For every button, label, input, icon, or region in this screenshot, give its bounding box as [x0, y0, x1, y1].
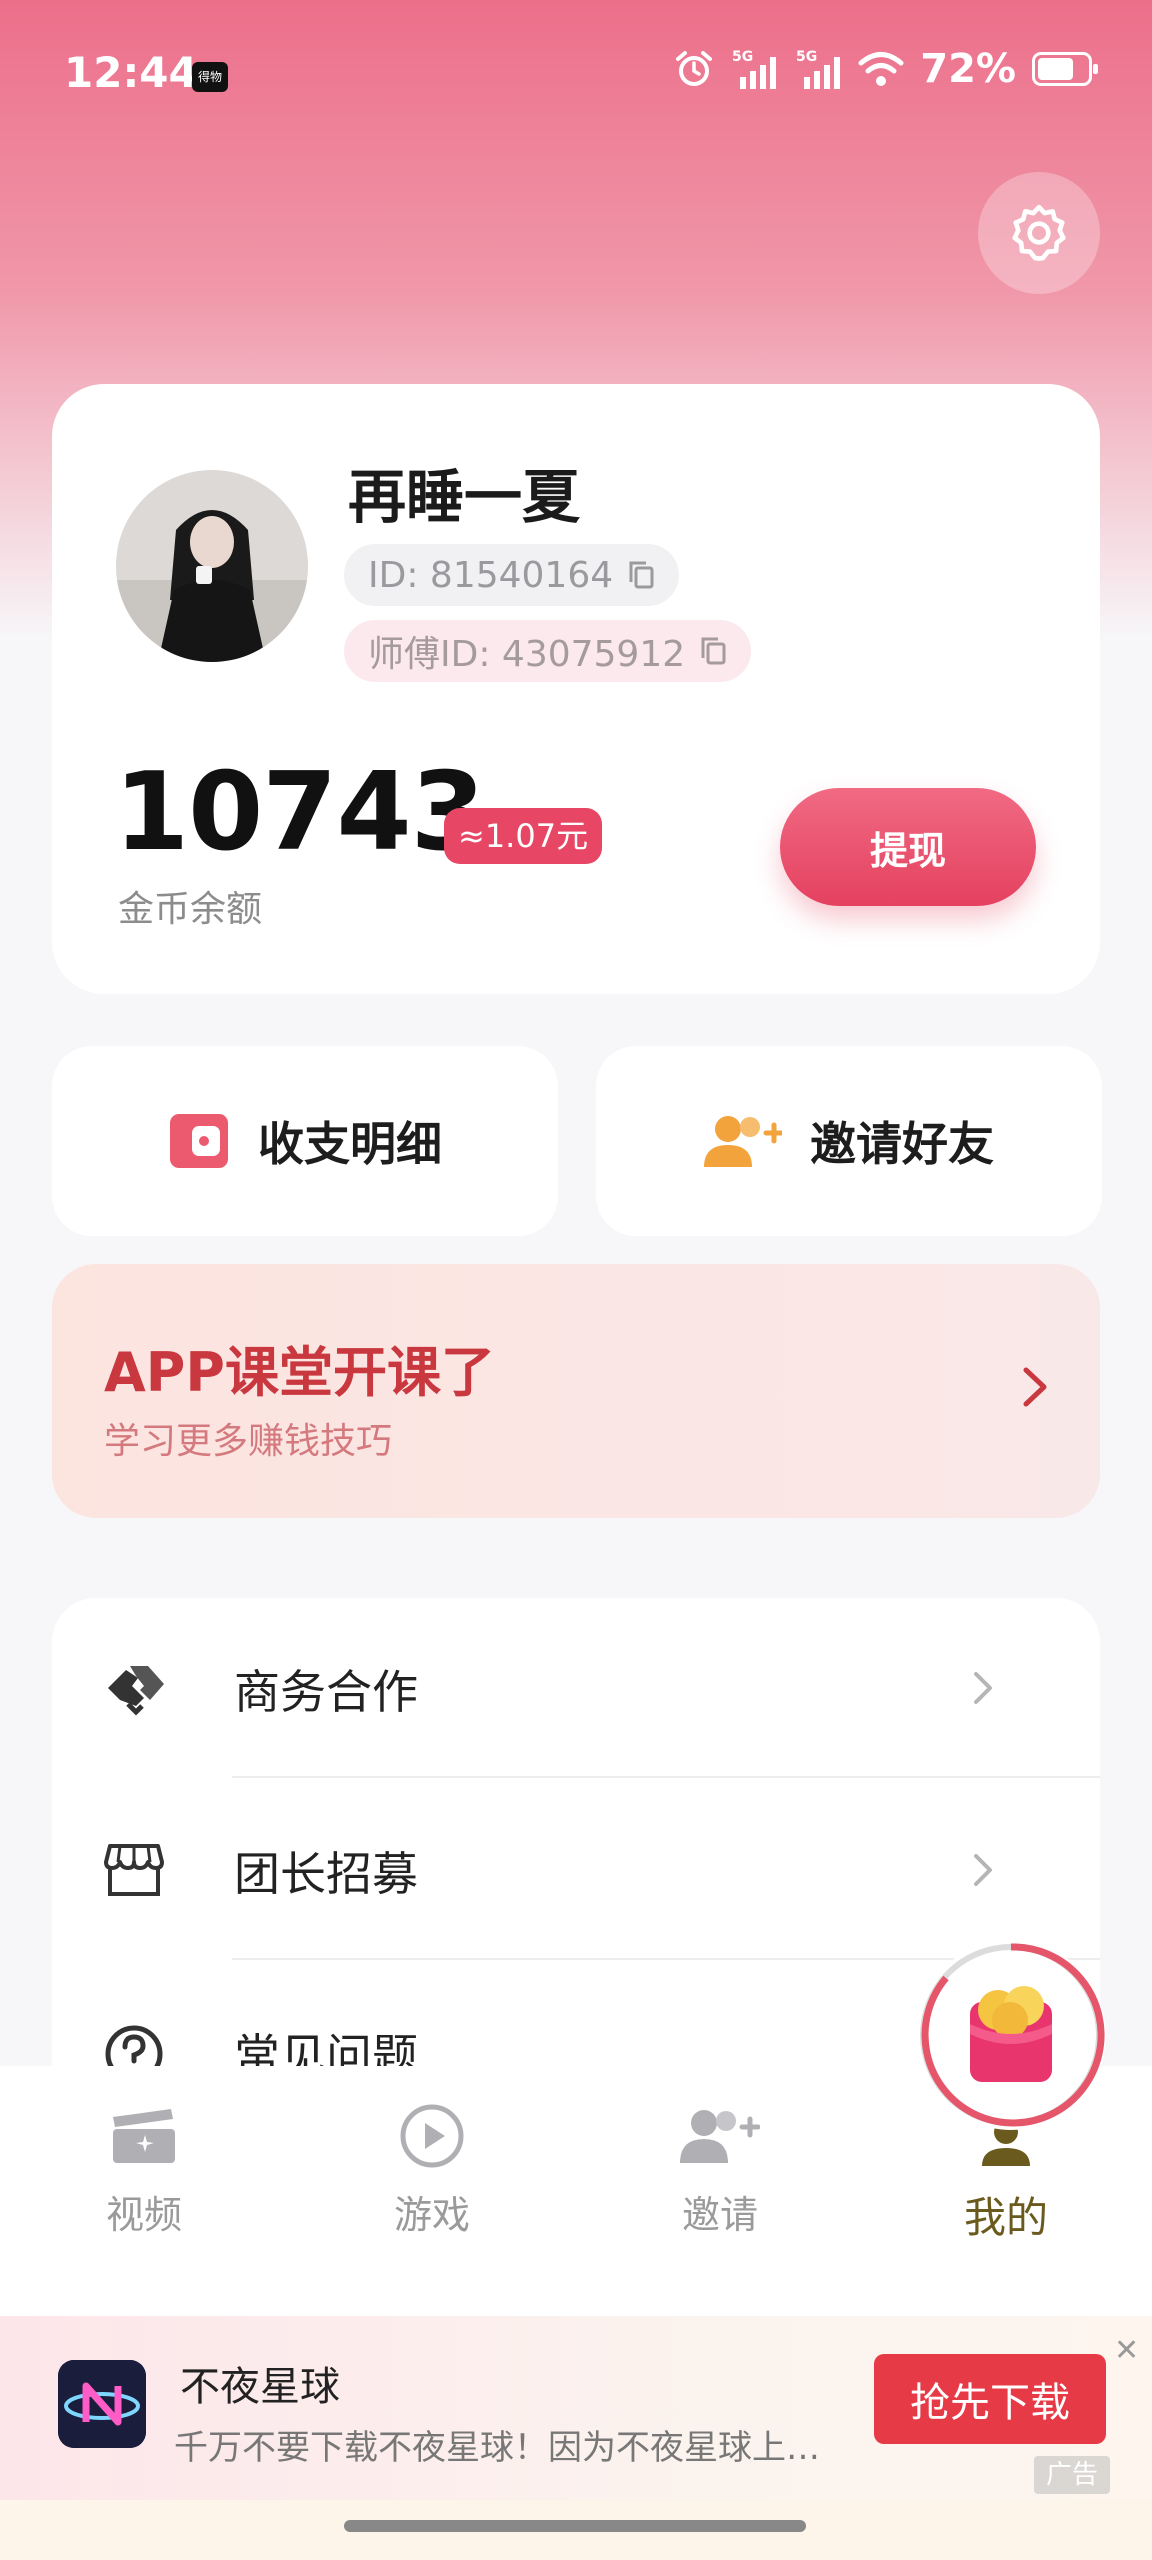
master-id-text: 师傅ID: 43075912	[368, 634, 686, 675]
ad-download-button[interactable]: 抢先下载	[874, 2354, 1106, 2444]
invite-friends-button[interactable]: 邀请好友	[596, 1046, 1102, 1236]
add-friend-icon	[704, 1116, 782, 1167]
ad-banner[interactable]: 不夜星球 千万不要下载不夜星球！因为不夜星球上… 抢先下载 ✕ 广告	[0, 2316, 1152, 2500]
course-subtitle: 学习更多赚钱技巧	[104, 1421, 393, 1462]
signal-5g-icon-2: 5G	[796, 49, 841, 89]
tab-games[interactable]: 游戏	[332, 2096, 532, 2239]
home-indicator[interactable]	[344, 2520, 806, 2532]
coin-balance-label: 金币余额	[118, 889, 263, 930]
status-time: 12:44	[64, 48, 198, 97]
invite-friends-label: 邀请好友	[810, 1117, 994, 1171]
avatar[interactable]	[116, 470, 308, 662]
tab-invite[interactable]: 邀请	[620, 2096, 820, 2239]
store-icon	[104, 1844, 164, 1896]
master-id-chip[interactable]: 师傅ID: 43075912	[344, 620, 752, 682]
invite-icon	[680, 2110, 760, 2163]
ad-title: 不夜星球	[180, 2364, 340, 2410]
user-id-text: ID: 81540164	[368, 554, 614, 596]
tab-label: 邀请	[681, 2193, 758, 2237]
profile-card: 再睡一夏 ID: 81540164 师傅ID: 43075912 10743 ≈…	[52, 384, 1100, 994]
battery-percent: 72%	[920, 46, 1016, 92]
username: 再睡一夏	[348, 463, 581, 531]
copy-icon	[629, 561, 654, 589]
tab-label: 游戏	[393, 2193, 470, 2237]
tab-label: 视频	[105, 2193, 182, 2237]
wallet-icon	[170, 1114, 228, 1168]
svg-text:5G: 5G	[732, 49, 753, 65]
tab-video[interactable]: 视频	[44, 2096, 244, 2239]
coin-balance: 10743	[114, 750, 486, 875]
user-id-chip[interactable]: ID: 81540164	[344, 544, 680, 606]
divider	[232, 1776, 1100, 1778]
settings-button[interactable]	[978, 172, 1100, 294]
play-icon	[400, 2104, 464, 2168]
status-indicators: 5G 5G 72%	[674, 46, 1098, 92]
chevron-right-icon	[1023, 1367, 1047, 1407]
menu-item-label: 商务合作	[234, 1665, 418, 1719]
chevron-right-icon	[974, 1854, 992, 1886]
ledger-button[interactable]: 收支明细	[52, 1046, 558, 1236]
close-icon[interactable]: ✕	[1114, 2336, 1139, 2366]
video-icon	[113, 2109, 175, 2163]
cash-equivalent-badge: ≈1.07元	[444, 808, 603, 864]
course-banner[interactable]: APP课堂开课了 学习更多赚钱技巧	[52, 1264, 1100, 1518]
menu-item-label: 团长招募	[234, 1847, 418, 1901]
ad-app-logo	[58, 2360, 146, 2448]
ad-tag: 广告	[1034, 2456, 1111, 2494]
copy-icon	[701, 637, 726, 665]
tab-label: 我的	[963, 2193, 1048, 2242]
battery-icon	[1032, 52, 1098, 86]
alarm-icon	[676, 51, 713, 86]
svg-text:5G: 5G	[796, 49, 817, 65]
status-bar: 12:44 得物 5G 5G 72%	[0, 0, 1152, 150]
menu-item-business[interactable]: 商务合作	[52, 1598, 1100, 1780]
ledger-label: 收支明细	[258, 1117, 442, 1171]
gear-icon	[1012, 204, 1066, 261]
ad-description: 千万不要下载不夜星球！因为不夜星球上…	[174, 2428, 820, 2468]
chevron-right-icon	[974, 1672, 992, 1704]
course-title: APP课堂开课了	[104, 1341, 495, 1404]
handshake-icon	[108, 1666, 164, 1716]
floating-red-packet-button[interactable]	[916, 1940, 1106, 2130]
menu-item-leader-recruit[interactable]: 团长招募	[52, 1780, 1100, 1962]
app-notification-badge: 得物	[192, 62, 228, 92]
withdraw-button[interactable]: 提现	[780, 788, 1036, 906]
signal-5g-icon: 5G	[732, 49, 777, 89]
red-packet-icon	[970, 1986, 1052, 2082]
wifi-icon	[858, 52, 904, 86]
